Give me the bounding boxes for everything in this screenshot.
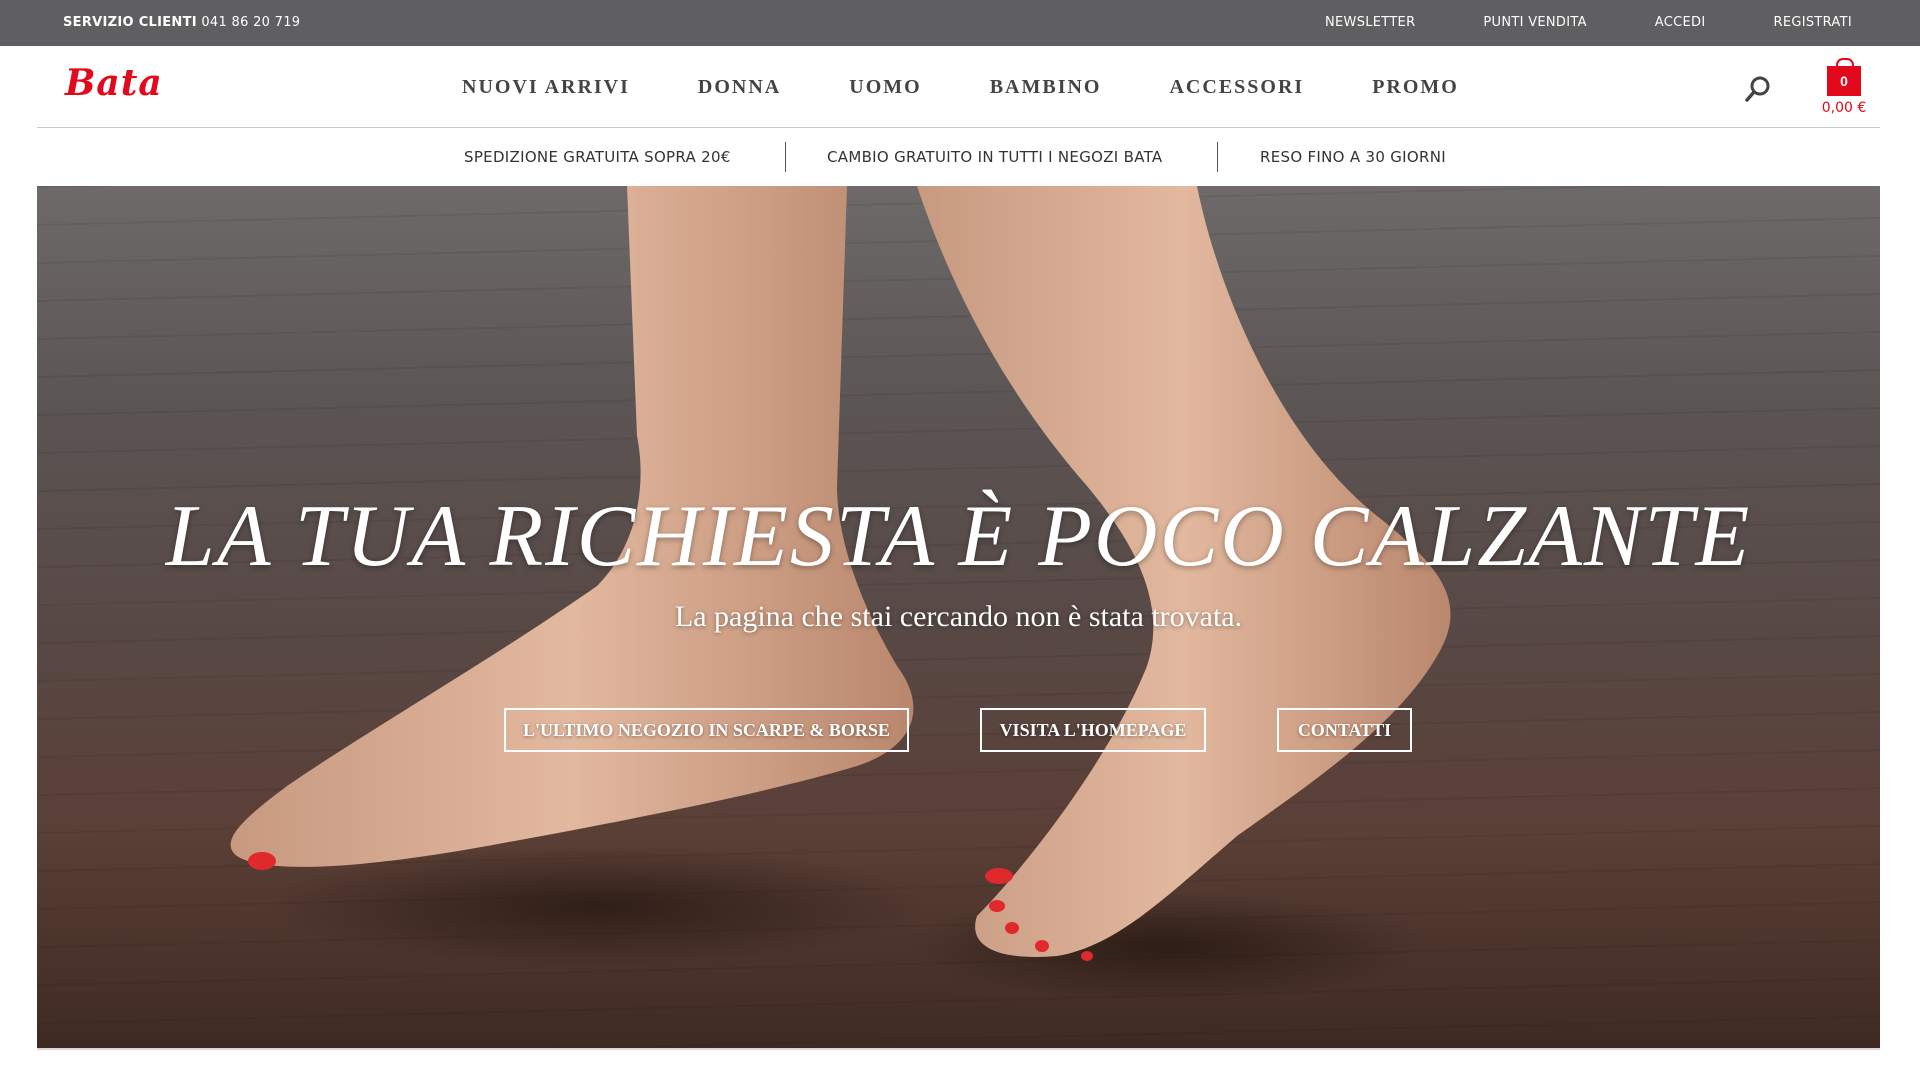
- cart-total: 0,00 €: [1821, 100, 1867, 116]
- hero-banner: LA TUA RICHIESTA È POCO CALZANTE La pagi…: [37, 186, 1880, 1048]
- nav-women[interactable]: DONNA: [698, 76, 781, 99]
- utility-bar: SERVIZIO CLIENTI 041 86 20 719 NEWSLETTE…: [0, 0, 1920, 46]
- benefit-free-exchange: CAMBIO GRATUITO IN TUTTI I NEGOZI BATA: [827, 148, 1163, 166]
- benefit-divider: [1217, 142, 1218, 172]
- cart-bag-icon: 0: [1827, 58, 1861, 96]
- login-link[interactable]: ACCEDI: [1655, 15, 1706, 30]
- hero-subtitle: La pagina che stai cercando non è stata …: [674, 600, 1243, 633]
- nav-new-arrivals[interactable]: NUOVI ARRIVI: [462, 76, 630, 99]
- customer-service: SERVIZIO CLIENTI 041 86 20 719: [63, 15, 300, 30]
- cart-button[interactable]: 0 0,00 €: [1811, 58, 1877, 116]
- newsletter-link[interactable]: NEWSLETTER: [1325, 15, 1415, 30]
- footer-divider: [37, 1048, 1880, 1050]
- benefit-free-shipping: SPEDIZIONE GRATUITA SOPRA 20€: [464, 148, 731, 166]
- contacts-button[interactable]: CONTATTI: [1277, 708, 1412, 752]
- store-locator-link[interactable]: PUNTI VENDITA: [1483, 15, 1586, 30]
- nav-promo[interactable]: PROMO: [1372, 76, 1459, 99]
- latest-store-button[interactable]: L'ULTIMO NEGOZIO IN SCARPE & BORSE: [504, 708, 909, 752]
- hero-title: LA TUA RICHIESTA È POCO CALZANTE: [165, 488, 1752, 585]
- utility-links: NEWSLETTER PUNTI VENDITA ACCEDI REGISTRA…: [1257, 15, 1852, 30]
- cart-count: 0: [1840, 73, 1848, 89]
- customer-service-phone[interactable]: 041 86 20 719: [201, 15, 300, 30]
- main-header: Bata NUOVI ARRIVI DONNA UOMO BAMBINO ACC…: [37, 46, 1880, 128]
- customer-service-label: SERVIZIO CLIENTI: [63, 15, 197, 30]
- nav-men[interactable]: UOMO: [849, 76, 921, 99]
- nav-kids[interactable]: BAMBINO: [990, 76, 1102, 99]
- benefit-divider: [785, 142, 786, 172]
- benefit-returns: RESO FINO A 30 GIORNI: [1260, 148, 1446, 166]
- search-icon[interactable]: [1743, 74, 1773, 104]
- nav-accessories[interactable]: ACCESSORI: [1169, 76, 1304, 99]
- visit-homepage-button[interactable]: VISITA L'HOMEPAGE: [980, 708, 1206, 752]
- main-nav: NUOVI ARRIVI DONNA UOMO BAMBINO ACCESSOR…: [462, 76, 1527, 99]
- register-link[interactable]: REGISTRATI: [1773, 15, 1852, 30]
- bata-logo[interactable]: Bata: [65, 62, 163, 104]
- benefits-bar: SPEDIZIONE GRATUITA SOPRA 20€ CAMBIO GRA…: [37, 128, 1880, 186]
